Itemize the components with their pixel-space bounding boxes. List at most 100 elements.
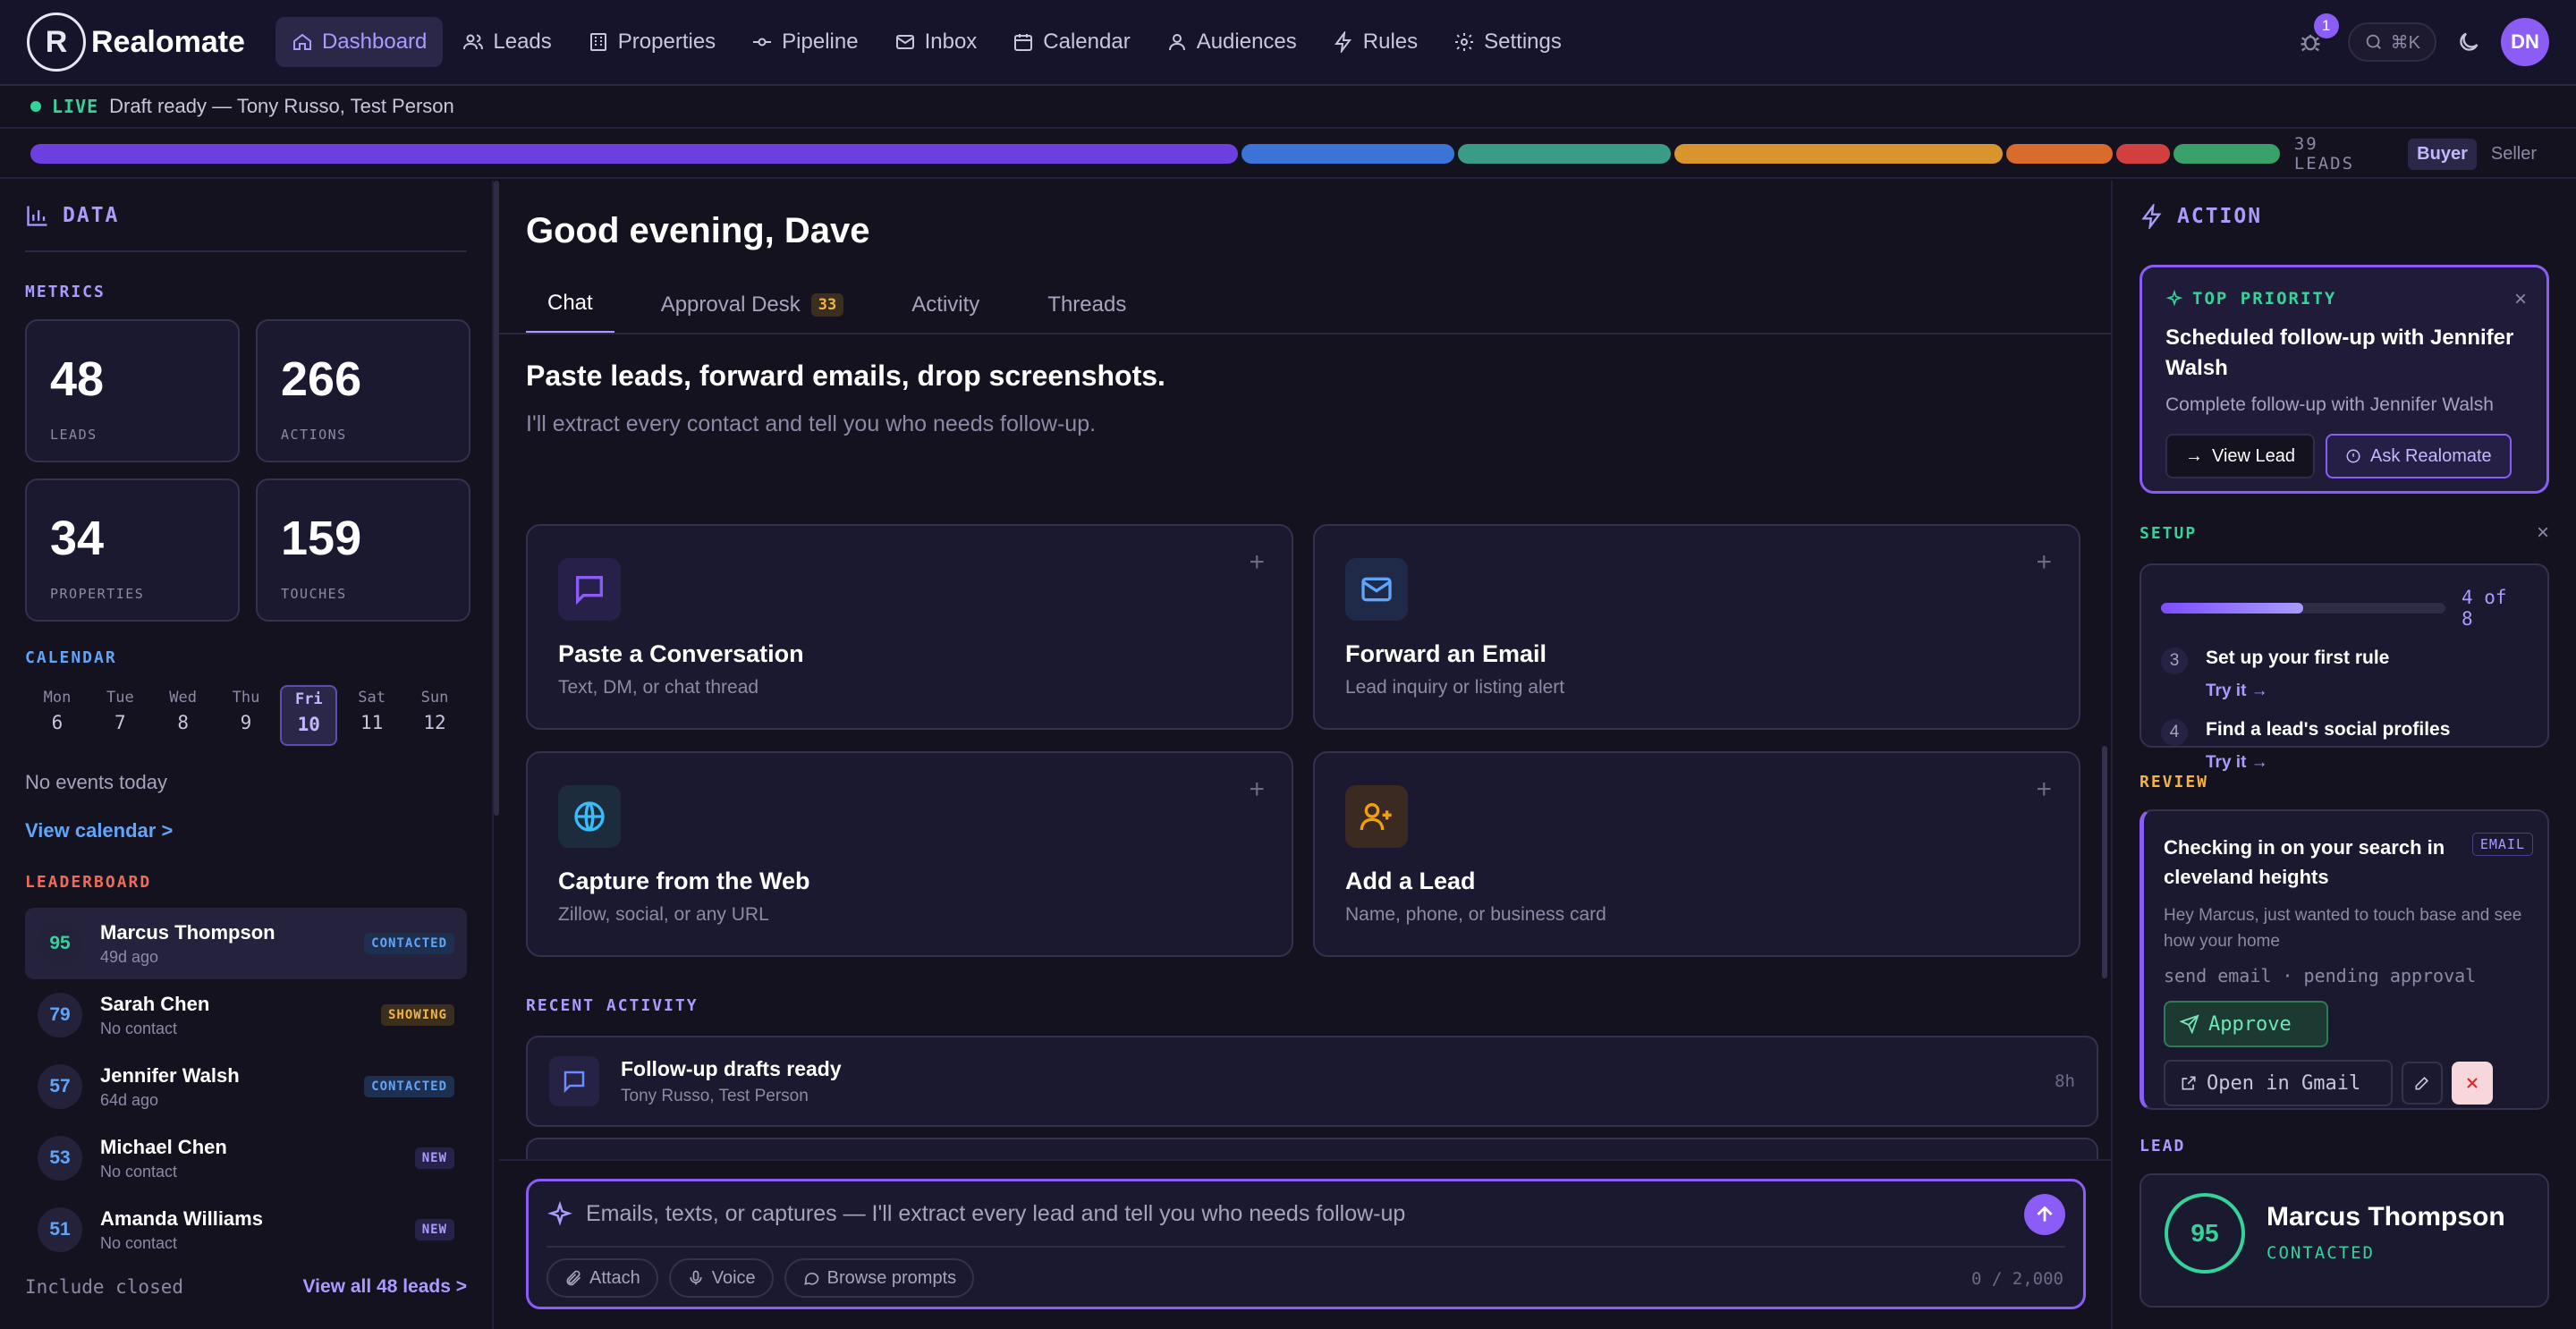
open-in-gmail-button[interactable]: Open in Gmail <box>2164 1060 2393 1106</box>
pipeline-segment[interactable] <box>1241 144 1454 164</box>
view-calendar-link[interactable]: View calendar > <box>25 819 467 842</box>
calendar-day-thu[interactable]: Thu 9 <box>217 685 275 746</box>
attach-button[interactable]: Attach <box>547 1258 658 1298</box>
pipeline-segment[interactable] <box>2173 144 2280 164</box>
info-icon <box>2346 449 2360 463</box>
edit-draft-button[interactable] <box>2402 1062 2443 1105</box>
plus-icon[interactable]: + <box>2036 547 2052 578</box>
pipeline-segment[interactable] <box>30 144 1238 164</box>
pipeline-segment[interactable] <box>1674 144 2004 164</box>
include-closed-toggle[interactable]: Include closed <box>25 1276 183 1298</box>
nav-item-dashboard[interactable]: Dashboard <box>275 17 444 67</box>
tab-activity[interactable]: Activity <box>890 275 1001 334</box>
leaderboard-row[interactable]: 79 Sarah Chen No contact SHOWING <box>25 979 467 1051</box>
composer[interactable]: Emails, texts, or captures — I'll extrac… <box>526 1179 2086 1309</box>
nav-item-pipeline[interactable]: Pipeline <box>735 17 874 67</box>
pipeline-lead-count: 39 LEADS <box>2293 134 2355 174</box>
theme-toggle-button[interactable] <box>2456 30 2481 55</box>
try-it-link[interactable]: Try it → <box>2206 681 2389 701</box>
view-all-leads-link[interactable]: View all 48 leads > <box>303 1276 467 1298</box>
data-panel-header: DATA <box>25 181 467 252</box>
metric-card-actions[interactable]: 266 ACTIONS <box>256 319 470 462</box>
voice-button[interactable]: Voice <box>668 1258 774 1298</box>
dismiss-setup-button[interactable]: × <box>2537 521 2549 546</box>
activity-row[interactable]: Follow-up drafts ready Tony Russo, Test P… <box>526 1036 2098 1127</box>
action-panel: ACTION TOP PRIORITY × Scheduled follow-u… <box>2111 181 2576 1329</box>
dismiss-priority-button[interactable]: × <box>2514 287 2527 312</box>
ask-realomate-label: Ask Realomate <box>2370 445 2492 466</box>
composer-input[interactable]: Emails, texts, or captures — I'll extrac… <box>586 1201 1405 1227</box>
tab-label: Chat <box>547 291 593 315</box>
plus-icon[interactable]: + <box>1249 547 1265 578</box>
nav-item-settings[interactable]: Settings <box>1437 17 1578 67</box>
leaderboard-row[interactable]: 95 Marcus Thompson 49d ago CONTACTED <box>25 908 467 979</box>
plus-icon[interactable]: + <box>1249 775 1265 805</box>
nav-item-leads[interactable]: Leads <box>446 17 567 67</box>
calendar-day-wed[interactable]: Wed 8 <box>155 685 212 746</box>
tab-approval-desk[interactable]: Approval Desk 33 <box>640 275 866 334</box>
calendar-day-fri[interactable]: Fri 10 <box>280 685 338 746</box>
live-text[interactable]: Draft ready — Tony Russo, Test Person <box>109 95 454 118</box>
view-lead-button[interactable]: → View Lead <box>2165 434 2316 478</box>
user-plus-icon <box>1360 803 1392 831</box>
status-badge: CONTACTED <box>364 1076 454 1097</box>
status-badge: NEW <box>414 1147 454 1169</box>
metric-value: 159 <box>281 512 362 565</box>
plus-icon[interactable]: + <box>2036 775 2052 805</box>
lead-card[interactable]: 95 Marcus Thompson CONTACTED <box>2140 1173 2549 1308</box>
card-add-a-lead[interactable]: + Add a Lead Name, phone, or business card <box>1313 751 2080 957</box>
metric-card-leads[interactable]: 48 LEADS <box>25 319 240 462</box>
toggle-buyer[interactable]: Buyer <box>2408 138 2477 170</box>
nav-item-audiences[interactable]: Audiences <box>1150 17 1313 67</box>
calendar-day-sun[interactable]: Sun 12 <box>406 685 463 746</box>
card-paste-a-conversation[interactable]: + Paste a Conversation Text, DM, or chat t… <box>526 524 1293 730</box>
search-button[interactable]: ⌘K <box>2347 22 2436 62</box>
metric-label: LEADS <box>50 427 97 443</box>
setup-label: SETUP <box>2140 523 2198 543</box>
leaderboard-row[interactable]: 51 Amanda Williams No contact NEW <box>25 1194 467 1266</box>
try-it-link[interactable]: Try it → <box>2206 753 2450 773</box>
toggle-seller[interactable]: Seller <box>2482 139 2546 170</box>
browse-prompts-button[interactable]: Browse prompts <box>784 1258 975 1298</box>
nav-item-label: Dashboard <box>321 30 428 54</box>
main-scrollbar[interactable] <box>2102 746 2107 978</box>
pipeline-segment[interactable] <box>2116 144 2170 164</box>
nav-item-properties[interactable]: Properties <box>572 17 732 67</box>
brand[interactable]: R Realomate <box>27 13 245 72</box>
ask-realomate-button[interactable]: Ask Realomate <box>2326 434 2512 478</box>
leaderboard-row[interactable]: 53 Michael Chen No contact NEW <box>25 1122 467 1194</box>
nav-item-inbox[interactable]: Inbox <box>878 17 994 67</box>
card-forward-an-email[interactable]: + Forward an Email Lead inquiry or listing… <box>1313 524 2080 730</box>
pipeline-segment[interactable] <box>2006 144 2114 164</box>
lead-score: 79 <box>38 993 82 1037</box>
tab-threads[interactable]: Threads <box>1026 275 1148 334</box>
calendar-day-mon[interactable]: Mon 6 <box>29 685 86 746</box>
nav-item-calendar[interactable]: Calendar <box>996 17 1146 67</box>
day-date: 12 <box>423 712 446 733</box>
nav-item-label: Pipeline <box>782 30 859 54</box>
search-icon <box>2366 34 2381 49</box>
reject-draft-button[interactable] <box>2452 1062 2493 1105</box>
bug-report-button[interactable]: 1 <box>2292 13 2339 60</box>
send-button[interactable] <box>2024 1194 2065 1235</box>
leaderboard-name: Marcus Thompson <box>100 920 275 944</box>
metric-card-touches[interactable]: 159 TOUCHES <box>256 478 470 622</box>
step-title: Set up your first rule <box>2206 648 2390 668</box>
nav-item-rules[interactable]: Rules <box>1317 17 1434 67</box>
step-info: Set up your first rule Try it → <box>2206 648 2389 701</box>
leaderboard-row[interactable]: 57 Jennifer Walsh 64d ago CONTACTED <box>25 1051 467 1122</box>
user-avatar[interactable]: DN <box>2501 18 2549 66</box>
calendar-day-sat[interactable]: Sat 11 <box>343 685 401 746</box>
setup-progress-count: 4 of 8 <box>2462 587 2507 630</box>
metric-card-properties[interactable]: 34 PROPERTIES <box>25 478 240 622</box>
tab-chat[interactable]: Chat <box>526 275 614 334</box>
calendar-day-tue[interactable]: Tue 7 <box>91 685 148 746</box>
external-link-icon <box>2182 1076 2196 1090</box>
approve-button[interactable]: Approve <box>2164 1001 2328 1047</box>
card-capture-from-the-web[interactable]: + Capture from the Web Zillow, social, or … <box>526 751 1293 957</box>
users-icon <box>463 34 484 50</box>
setup-card: 4 of 8 3 Set up your first rule Try it → 4 F… <box>2140 563 2549 772</box>
action-panel-header: ACTION <box>2140 181 2549 252</box>
review-title[interactable]: Checking in on your search in cleveland … <box>2164 833 2459 892</box>
pipeline-segment[interactable] <box>1457 144 1671 164</box>
